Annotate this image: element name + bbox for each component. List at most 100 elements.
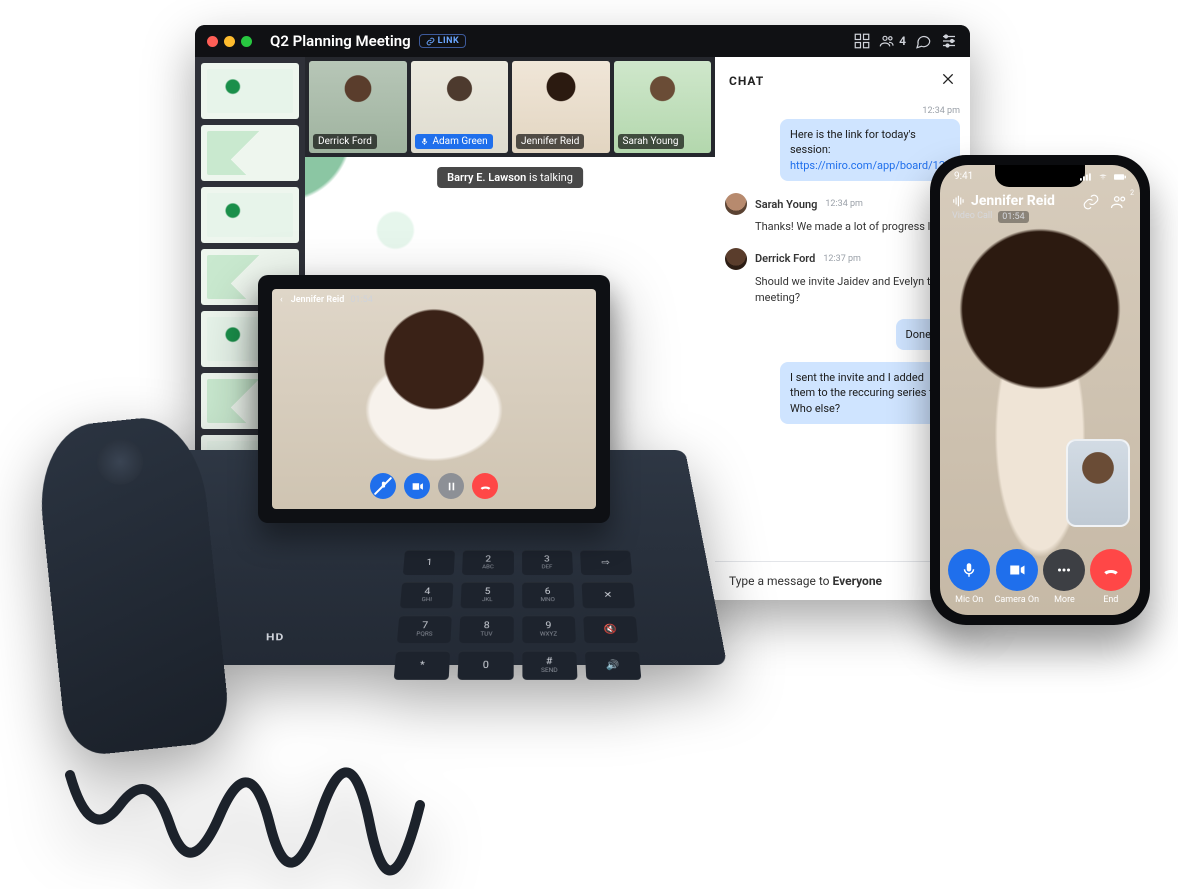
grid-view-button[interactable]: [853, 32, 871, 50]
more-label: More: [1054, 595, 1075, 605]
keypad-key[interactable]: 4GHI: [400, 582, 454, 608]
mic-control[interactable]: Mic On: [948, 549, 990, 605]
keypad-key[interactable]: ⇨: [580, 550, 632, 575]
close-window-button[interactable]: [207, 36, 218, 47]
mobile-phone-device: 9:41 Jennifer Reid Video Call 01:54: [930, 155, 1150, 625]
more-control[interactable]: More: [1043, 549, 1085, 605]
meeting-link-badge[interactable]: LINK: [419, 34, 467, 48]
hangup-button[interactable]: [472, 473, 498, 499]
keypad-key[interactable]: 1: [403, 550, 455, 575]
people-badge-count: 2: [1130, 189, 1134, 197]
keypad-key[interactable]: 7PQRS: [397, 615, 452, 643]
chat-message-self: I sent the invite and I added them to th…: [725, 362, 960, 424]
mobile-caller-name: Jennifer Reid: [971, 193, 1055, 209]
chat-bubble: Here is the link for today's session: ht…: [780, 119, 960, 181]
phone-keypad: 1 2ABC 3DEF ⇨ 4GHI 5JKL 6MNO✕ 7PQRS8TUV 9WXYZ🔇 *0…: [394, 550, 642, 680]
mobile-caller-row: Jennifer Reid: [952, 193, 1055, 209]
link-icon: [426, 37, 435, 46]
slide-thumb[interactable]: [201, 63, 299, 119]
keypad-key[interactable]: 🔊: [585, 651, 642, 680]
close-icon: [940, 71, 956, 87]
window-traffic-lights: [207, 36, 252, 47]
camera-icon: [1008, 561, 1026, 579]
keypad-key[interactable]: ✕: [581, 582, 635, 608]
end-call-control[interactable]: End: [1090, 549, 1132, 605]
chat-toggle-button[interactable]: [914, 32, 932, 50]
mobile-call-header: Jennifer Reid Video Call 01:54 2: [952, 193, 1128, 223]
mic-label: Mic On: [955, 595, 983, 605]
phone-touchscreen: ‹ Jennifer Reid 01:54: [258, 275, 610, 523]
participants-count: 4: [899, 34, 906, 48]
mobile-top-actions: 2: [1082, 193, 1128, 215]
keypad-key[interactable]: 3DEF: [522, 550, 573, 575]
chat-sender-name: Sarah Young: [755, 198, 817, 211]
participants-button[interactable]: 4: [879, 33, 906, 49]
mic-icon: [960, 561, 978, 579]
chat-timestamp: 12:34 pm: [825, 199, 863, 209]
video-tile[interactable]: Jennifer Reid: [512, 61, 610, 153]
mobile-caller-video: [940, 165, 1140, 615]
video-tile[interactable]: Adam Green: [411, 61, 509, 153]
keypad-key[interactable]: 6MNO: [522, 582, 575, 608]
camera-button[interactable]: [404, 473, 430, 499]
mute-button[interactable]: [370, 473, 396, 499]
phone-cord: [60, 765, 440, 885]
avatar: [725, 193, 747, 215]
chat-close-button[interactable]: [940, 71, 956, 90]
self-video-pip[interactable]: [1066, 439, 1130, 527]
mobile-call-controls: Mic On Camera On More End: [940, 549, 1140, 605]
active-speaker-pill: Barry E. Lawson is talking: [437, 167, 583, 188]
chat-message: Derrick Ford 12:37 pm Should we invite J…: [725, 248, 960, 307]
mobile-call-type: Video Call: [952, 211, 992, 223]
chat-sender-name: Derrick Ford: [755, 252, 815, 265]
keypad-key[interactable]: 🔇: [583, 615, 638, 643]
chat-header: CHAT: [715, 57, 970, 100]
keypad-key[interactable]: 8TUV: [459, 615, 513, 643]
phone-call-controls: [370, 473, 498, 499]
keypad-key[interactable]: 5JKL: [461, 582, 514, 608]
video-tile[interactable]: Sarah Young: [614, 61, 712, 153]
keypad-key[interactable]: #SEND: [522, 651, 577, 680]
link-icon: [1082, 193, 1100, 211]
camera-control[interactable]: Camera On: [995, 549, 1040, 605]
clock: 9:41: [954, 171, 973, 182]
participant-name-badge: Derrick Ford: [313, 134, 377, 149]
settings-sliders-button[interactable]: [940, 32, 958, 50]
keypad-key[interactable]: 0: [458, 651, 513, 680]
mic-muted-icon: [377, 480, 390, 493]
caller-name: Jennifer Reid: [291, 295, 345, 305]
signal-icon: [1080, 172, 1092, 182]
minimize-window-button[interactable]: [224, 36, 235, 47]
keypad-key[interactable]: 9WXYZ: [522, 615, 576, 643]
more-icon: [1055, 561, 1073, 579]
hd-badge: HD: [266, 631, 284, 642]
chat-message: Sarah Young 12:34 pm Thanks! We made a l…: [725, 193, 960, 236]
participant-name-badge: Adam Green: [415, 134, 493, 149]
chat-message-self: Done: ✅: [725, 319, 960, 350]
keypad-key[interactable]: 2ABC: [462, 550, 513, 575]
chat-title: CHAT: [729, 74, 764, 88]
hangup-icon: [1102, 561, 1120, 579]
phone-screen-content: ‹ Jennifer Reid 01:54: [272, 289, 596, 509]
people-icon: [1110, 193, 1128, 211]
battery-icon: [1114, 172, 1126, 182]
chat-timestamp: 12:37 pm: [823, 254, 861, 264]
chat-timestamp: 12:34 pm: [725, 106, 960, 116]
back-chevron-icon[interactable]: ‹: [280, 295, 283, 305]
mobile-call-duration: 01:54: [998, 211, 1028, 223]
video-tile[interactable]: Derrick Ford: [309, 61, 407, 153]
add-people-button[interactable]: 2: [1110, 193, 1128, 215]
camera-icon: [411, 480, 424, 493]
participant-name-badge: Jennifer Reid: [516, 134, 584, 149]
mobile-status-bar: 9:41: [954, 171, 1126, 182]
maximize-window-button[interactable]: [241, 36, 252, 47]
copy-link-button[interactable]: [1082, 193, 1100, 215]
chat-input-placeholder: Type a message to: [729, 574, 833, 588]
link-badge-text: LINK: [438, 36, 460, 46]
pause-button[interactable]: [438, 473, 464, 499]
slide-thumb[interactable]: [201, 125, 299, 181]
video-strip: Derrick Ford Adam Green Jennifer Reid: [305, 57, 715, 157]
sound-wave-icon: [952, 194, 966, 208]
wifi-icon: [1097, 172, 1109, 182]
keypad-key[interactable]: *: [394, 651, 451, 680]
